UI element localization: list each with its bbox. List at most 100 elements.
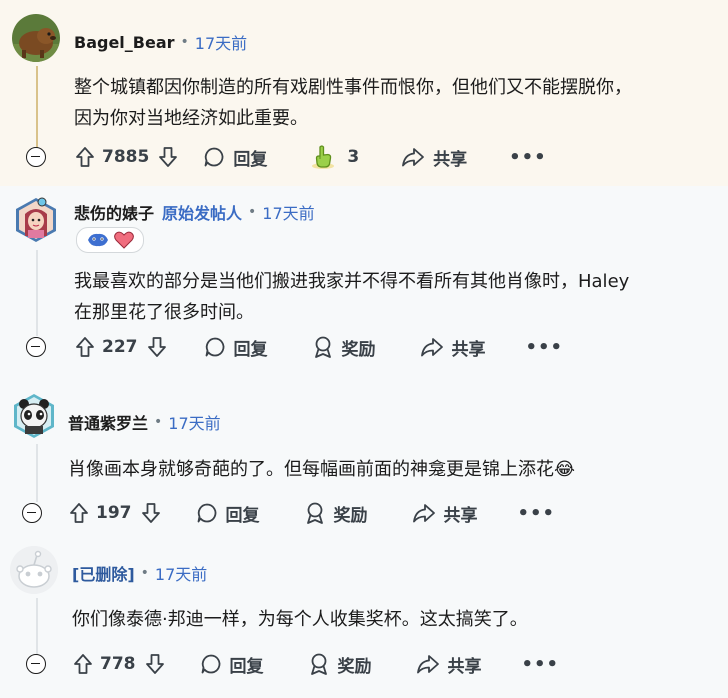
award-count: 3 bbox=[347, 147, 360, 167]
collapse-button[interactable] bbox=[26, 654, 46, 674]
avatar[interactable] bbox=[10, 392, 58, 440]
thread-line bbox=[36, 444, 38, 502]
share-button[interactable]: 共享 bbox=[412, 501, 478, 526]
comment-actions: 778 回复 奖励 共享 ••• bbox=[72, 649, 559, 679]
reply-label: 回复 bbox=[225, 505, 260, 526]
reply-button[interactable]: 回复 bbox=[196, 501, 260, 526]
reply-button[interactable]: 回复 bbox=[200, 652, 264, 677]
thread-line bbox=[36, 250, 38, 336]
comment-body-line: 肖像画本身就够奇葩的了。但每幅画前面的神龛更是锦上添花😂 bbox=[68, 459, 576, 480]
vote-count: 197 bbox=[96, 503, 132, 523]
avatar bbox=[10, 546, 58, 594]
downvote-button[interactable] bbox=[140, 502, 162, 524]
avatar[interactable] bbox=[12, 14, 60, 62]
award-ribbon-icon bbox=[314, 336, 331, 358]
speech-bubble-icon bbox=[201, 654, 220, 674]
comment-actions: 227 回复 奖励 共享 ••• bbox=[74, 332, 563, 362]
upvote-arrow-icon bbox=[70, 503, 88, 523]
downvote-arrow-icon bbox=[145, 654, 164, 674]
reply-button[interactable]: 回复 bbox=[203, 145, 267, 170]
speech-bubble-icon bbox=[205, 337, 224, 357]
award-button[interactable]: 3 bbox=[309, 143, 367, 171]
comment-body: 你们像泰德·邦迪一样，为每个人收集奖杯。这太搞笑了。 bbox=[72, 604, 528, 635]
award-button[interactable]: 奖励 bbox=[304, 501, 368, 526]
more-options-button[interactable]: ••• bbox=[522, 654, 560, 675]
share-arrow-icon bbox=[416, 655, 439, 674]
reply-label: 回复 bbox=[233, 149, 268, 170]
more-options-button[interactable]: ••• bbox=[518, 503, 556, 524]
reply-label: 回复 bbox=[233, 339, 268, 360]
speech-bubble-icon bbox=[204, 147, 224, 167]
comment-body: 肖像画本身就够奇葩的了。但每幅画前面的神龛更是锦上添花😂 bbox=[68, 454, 575, 485]
collapse-button[interactable] bbox=[26, 337, 46, 357]
speech-bubble-icon bbox=[197, 503, 216, 523]
upvote-arrow-icon bbox=[76, 337, 94, 357]
author-name: [已删除] bbox=[72, 565, 135, 584]
share-label: 共享 bbox=[451, 339, 486, 360]
separator-dot: • bbox=[248, 204, 257, 220]
comment-meta: 普通紫罗兰 • 17天前 bbox=[68, 410, 221, 434]
reply-label: 回复 bbox=[229, 656, 264, 677]
avatar[interactable] bbox=[12, 196, 60, 244]
collapse-button[interactable] bbox=[22, 503, 42, 523]
comment-thread: Bagel_Bear • 17天前 整个城镇都因你制造的所有戏剧性事件而恨你，但… bbox=[0, 0, 728, 698]
author-name[interactable]: Bagel_Bear bbox=[74, 33, 175, 52]
author-name[interactable]: 悲伤的婊子 bbox=[74, 200, 154, 224]
separator-dot: • bbox=[180, 34, 189, 50]
award-button[interactable]: 奖励 bbox=[312, 335, 376, 360]
comment-body-line: 你们像泰德·邦迪一样，为每个人收集奖杯。这太搞笑了。 bbox=[72, 609, 528, 630]
upvote-arrow-icon bbox=[74, 654, 92, 674]
timestamp[interactable]: 17天前 bbox=[262, 200, 314, 224]
comment-body: 整个城镇都因你制造的所有戏剧性事件而恨你，但他们又不能摆脱你， 因为你对当地经济… bbox=[74, 72, 632, 134]
share-label: 共享 bbox=[433, 149, 468, 170]
author-name[interactable]: 普通紫罗兰 bbox=[68, 410, 148, 434]
heart-icon bbox=[114, 231, 134, 249]
more-options-button[interactable]: ••• bbox=[509, 147, 547, 168]
award-label: 奖励 bbox=[333, 505, 368, 526]
downvote-button[interactable] bbox=[144, 653, 166, 675]
timestamp[interactable]: 17天前 bbox=[155, 561, 207, 585]
upvote-arrow-icon bbox=[76, 147, 94, 167]
award-ribbon-icon bbox=[310, 653, 327, 675]
pointing-hand-award-icon bbox=[312, 145, 335, 169]
share-arrow-icon bbox=[412, 504, 435, 523]
award-label: 奖励 bbox=[337, 656, 372, 677]
separator-dot: • bbox=[140, 565, 149, 581]
timestamp[interactable]: 17天前 bbox=[168, 410, 220, 434]
share-arrow-icon bbox=[420, 338, 443, 357]
share-button[interactable]: 共享 bbox=[416, 652, 482, 677]
upvote-button[interactable] bbox=[68, 502, 90, 524]
award-label: 奖励 bbox=[341, 339, 376, 360]
reply-button[interactable]: 回复 bbox=[204, 335, 268, 360]
upvote-button[interactable] bbox=[72, 653, 94, 675]
upvote-button[interactable] bbox=[74, 146, 96, 168]
downvote-button[interactable] bbox=[157, 146, 179, 168]
comment-body: 我最喜欢的部分是当他们搬进我家并不得不看所有其他肖像时，Haley 在那里花了很… bbox=[74, 266, 629, 328]
upvote-button[interactable] bbox=[74, 336, 96, 358]
award-button[interactable]: 奖励 bbox=[308, 652, 372, 677]
share-button[interactable]: 共享 bbox=[420, 335, 486, 360]
more-options-button[interactable]: ••• bbox=[526, 337, 564, 358]
comment-meta: 悲伤的婊子 原始发帖人 • 17天前 bbox=[74, 200, 315, 224]
collapse-button[interactable] bbox=[26, 147, 46, 167]
comment-meta: Bagel_Bear • 17天前 bbox=[74, 30, 247, 54]
comment-actions: 7885 回复 3 共享 ••• bbox=[74, 142, 547, 172]
downvote-arrow-icon bbox=[159, 147, 178, 167]
comment-meta: [已删除] • 17天前 bbox=[72, 561, 207, 585]
downvote-arrow-icon bbox=[147, 337, 166, 357]
timestamp[interactable]: 17天前 bbox=[195, 30, 247, 54]
downvote-button[interactable] bbox=[146, 336, 168, 358]
vote-count: 227 bbox=[102, 337, 138, 357]
thread-line bbox=[36, 598, 38, 654]
vote-count: 778 bbox=[100, 654, 136, 674]
op-badge: 原始发帖人 bbox=[162, 204, 243, 223]
separator-dot: • bbox=[154, 414, 163, 430]
share-button[interactable]: 共享 bbox=[401, 145, 467, 170]
user-flair bbox=[76, 227, 144, 253]
share-label: 共享 bbox=[447, 656, 482, 677]
share-arrow-icon bbox=[402, 148, 425, 167]
comment-body-line: 在那里花了很多时间。 bbox=[74, 302, 254, 323]
comment-body-line: 因为你对当地经济如此重要。 bbox=[74, 108, 308, 129]
thread-line bbox=[36, 66, 38, 148]
comment-body-line: 我最喜欢的部分是当他们搬进我家并不得不看所有其他肖像时，Haley bbox=[74, 271, 630, 292]
